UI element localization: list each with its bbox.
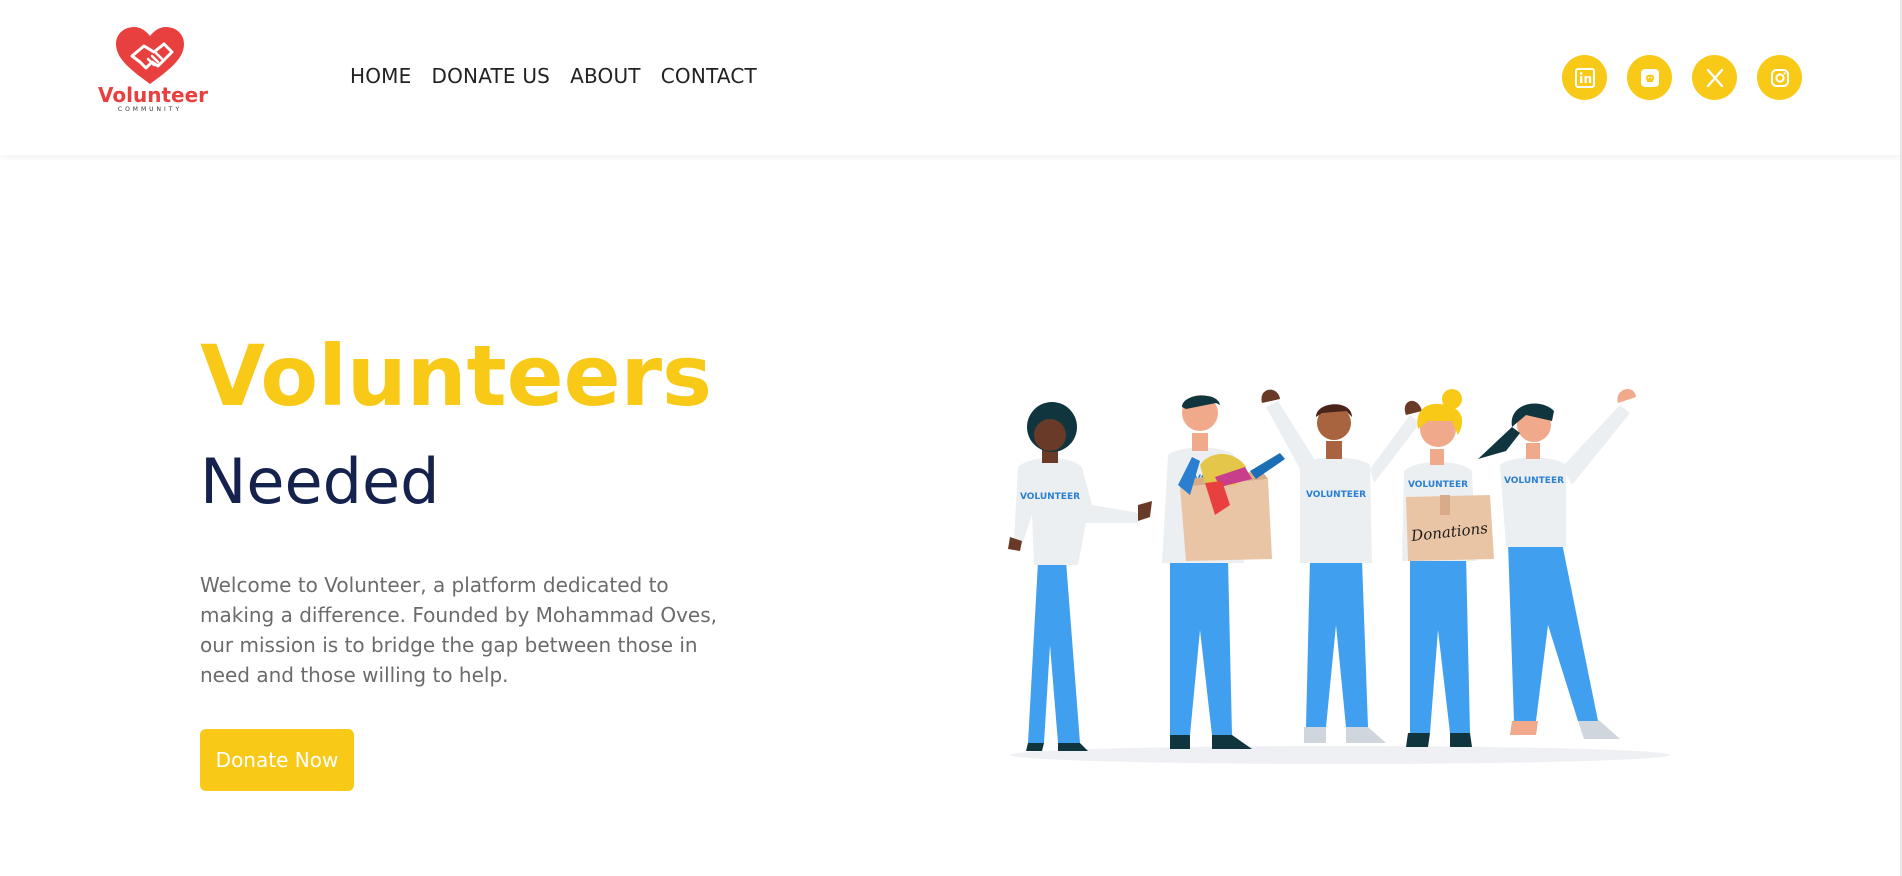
main-nav: HOME DONATE US ABOUT CONTACT <box>350 64 757 88</box>
brand-logo[interactable]: Volunteer COMMUNITY <box>98 26 209 126</box>
volunteer-figure-3: VOLUNTEER <box>1261 389 1422 743</box>
volunteer-figure-1: VOLUNTEER <box>1008 402 1152 751</box>
donate-now-button[interactable]: Donate Now <box>200 729 354 791</box>
github-icon <box>1640 68 1659 87</box>
site-header: Volunteer COMMUNITY HOME DONATE US ABOUT… <box>0 0 1902 155</box>
nav-contact[interactable]: CONTACT <box>661 64 757 88</box>
linkedin-icon <box>1574 67 1595 88</box>
volunteer-figure-4: VOLUNTEER Donations <box>1402 389 1494 747</box>
nav-donate-us[interactable]: DONATE US <box>431 64 550 88</box>
brand-tagline: COMMUNITY <box>117 106 183 113</box>
hero-title: Volunteers <box>200 327 713 425</box>
shirt-label-1: VOLUNTEER <box>1020 492 1080 502</box>
social-links <box>1562 55 1802 100</box>
linkedin-button[interactable] <box>1562 55 1607 100</box>
shirt-label-4: VOLUNTEER <box>1408 480 1468 490</box>
instagram-button[interactable] <box>1757 55 1802 100</box>
shirt-label-5: VOLUNTEER <box>1504 476 1564 486</box>
instagram-icon <box>1770 68 1789 87</box>
github-button[interactable] <box>1627 55 1672 100</box>
volunteer-figure-2: VOLUNTEER <box>1162 395 1285 749</box>
hero-subtitle: Needed <box>200 445 440 518</box>
nav-home[interactable]: HOME <box>350 64 411 88</box>
nav-about[interactable]: ABOUT <box>570 64 641 88</box>
x-twitter-icon <box>1706 68 1723 87</box>
volunteers-group-image: VOLUNTEER VOLUNTEER VOLUNTEER Donations … <box>1008 389 1670 764</box>
heart-handshake-icon <box>116 27 184 84</box>
hero-description: Welcome to Volunteer, a platform dedicat… <box>200 573 718 687</box>
shirt-label-3: VOLUNTEER <box>1306 490 1366 500</box>
brand-name: Volunteer <box>98 83 209 107</box>
volunteer-figure-5: VOLUNTEER <box>1478 389 1636 739</box>
x-twitter-button[interactable] <box>1692 55 1737 100</box>
volunteers-illustration: VOLUNTEER VOLUNTEER VOLUNTEER Donations … <box>1000 355 1680 765</box>
